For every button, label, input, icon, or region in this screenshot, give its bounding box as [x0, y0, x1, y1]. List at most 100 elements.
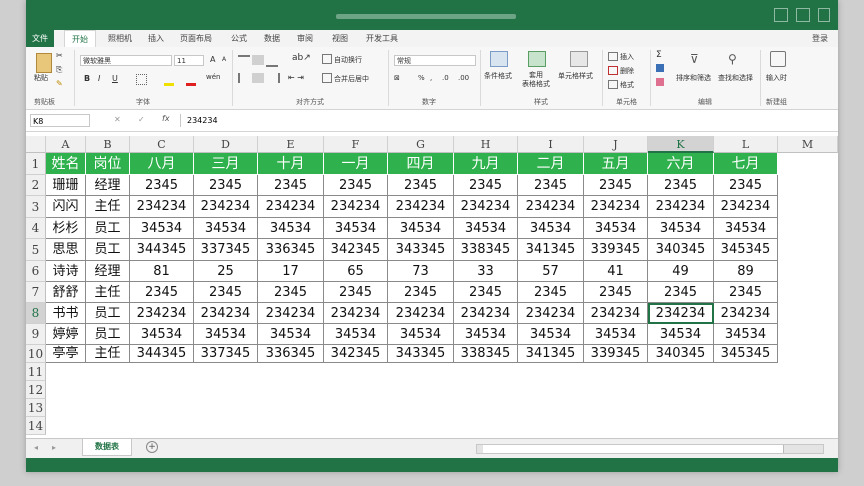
add-sheet-icon[interactable]: + [146, 441, 158, 453]
font-color-icon[interactable] [186, 73, 196, 86]
orientation-icon[interactable]: ab↗ [292, 53, 311, 63]
table-cell[interactable]: 34534 [324, 218, 388, 239]
table-cell[interactable]: 2345 [130, 175, 194, 196]
table-cell[interactable]: 2345 [518, 282, 584, 303]
align-top-icon[interactable] [238, 55, 250, 67]
table-cell[interactable]: 234234 [714, 303, 778, 324]
table-header-cell[interactable]: 九月 [454, 153, 518, 175]
row-header-10[interactable]: 10 [26, 345, 46, 363]
find-select-button[interactable]: 查找和选择 [718, 73, 753, 83]
tab-view[interactable]: 视图 [332, 30, 348, 47]
table-cell[interactable]: 主任 [86, 345, 130, 363]
table-cell[interactable]: 339345 [584, 345, 648, 363]
tab-developer[interactable]: 开发工具 [366, 30, 398, 47]
table-cell[interactable]: 345345 [714, 239, 778, 261]
insert-cells-button[interactable]: 插入 [620, 52, 634, 62]
indent-icon[interactable]: ⇤ ⇥ [288, 73, 304, 82]
table-cell[interactable]: 33 [454, 261, 518, 282]
table-cell[interactable]: 2345 [130, 282, 194, 303]
table-cell[interactable]: 思思 [46, 239, 86, 261]
table-cell[interactable]: 杉杉 [46, 218, 86, 239]
table-cell[interactable]: 34534 [584, 324, 648, 345]
autosum-icon[interactable]: Σ [656, 50, 662, 60]
tab-data[interactable]: 数据 [264, 30, 280, 47]
table-cell[interactable]: 34534 [584, 218, 648, 239]
table-header-cell[interactable]: 四月 [388, 153, 454, 175]
tab-camera[interactable]: 照相机 [108, 30, 132, 47]
table-cell[interactable]: 49 [648, 261, 714, 282]
row-header-2[interactable]: 2 [26, 175, 46, 196]
table-cell[interactable]: 340345 [648, 345, 714, 363]
table-cell[interactable]: 234234 [518, 196, 584, 218]
sheet-prev-icon[interactable]: ◂ [34, 443, 38, 452]
table-cell[interactable]: 345345 [714, 345, 778, 363]
table-cell[interactable]: 234234 [194, 196, 258, 218]
table-cell[interactable]: 338345 [454, 239, 518, 261]
table-cell[interactable]: 234234 [324, 196, 388, 218]
table-cell[interactable]: 书书 [46, 303, 86, 324]
format-cells-button[interactable]: 格式 [620, 80, 634, 90]
table-cell[interactable]: 234234 [194, 303, 258, 324]
row-header-13[interactable]: 13 [26, 399, 46, 417]
table-cell[interactable]: 舒舒 [46, 282, 86, 303]
row-header-6[interactable]: 6 [26, 261, 46, 282]
table-cell[interactable]: 2345 [258, 175, 324, 196]
comma-button[interactable]: , [430, 74, 432, 82]
tab-file[interactable]: 文件 [26, 30, 54, 47]
table-cell[interactable]: 234234 [388, 196, 454, 218]
table-cell[interactable]: 336345 [258, 239, 324, 261]
sort-filter-icon[interactable]: ⊽ [690, 52, 699, 66]
table-cell[interactable]: 17 [258, 261, 324, 282]
table-cell[interactable]: 234234 [324, 303, 388, 324]
table-cell[interactable]: 34534 [194, 218, 258, 239]
table-cell[interactable]: 57 [518, 261, 584, 282]
column-header-I[interactable]: I [518, 136, 584, 153]
name-box[interactable]: K8 [30, 114, 90, 127]
fill-color-icon[interactable] [164, 73, 174, 86]
table-header-cell[interactable]: 二月 [518, 153, 584, 175]
table-cell[interactable]: 34534 [130, 218, 194, 239]
sheet-tab-active[interactable]: 数据表 [82, 439, 132, 456]
confirm-icon[interactable]: ✓ [138, 115, 145, 124]
table-cell[interactable]: 34534 [388, 324, 454, 345]
sheet-next-icon[interactable]: ▸ [52, 443, 56, 452]
table-header-cell[interactable]: 岗位 [86, 153, 130, 175]
table-header-cell[interactable]: 八月 [130, 153, 194, 175]
table-cell[interactable]: 343345 [388, 239, 454, 261]
table-cell[interactable]: 234234 [388, 303, 454, 324]
table-cell[interactable]: 234234 [258, 196, 324, 218]
insert-function-icon[interactable]: fx [162, 114, 170, 123]
phonetic-icon[interactable]: wén [206, 73, 220, 81]
tab-home[interactable]: 开始 [64, 30, 96, 47]
number-format-select[interactable]: 常规 [394, 55, 476, 66]
input-time-button[interactable]: 输入时 [766, 73, 787, 83]
table-cell[interactable]: 2345 [324, 175, 388, 196]
table-cell[interactable]: 234234 [648, 303, 714, 324]
table-cell[interactable]: 343345 [388, 345, 454, 363]
decrease-decimal-button[interactable]: .00 [458, 74, 469, 82]
align-bottom-icon[interactable] [266, 55, 278, 67]
table-cell[interactable]: 234234 [584, 196, 648, 218]
format-painter-icon[interactable]: ✎ [56, 79, 63, 88]
table-header-cell[interactable]: 三月 [194, 153, 258, 175]
table-cell[interactable]: 337345 [194, 345, 258, 363]
percent-button[interactable]: % [418, 74, 425, 82]
column-header-J[interactable]: J [584, 136, 648, 153]
table-cell[interactable]: 41 [584, 261, 648, 282]
table-cell[interactable]: 344345 [130, 239, 194, 261]
table-cell[interactable]: 2345 [388, 175, 454, 196]
column-header-M[interactable]: M [778, 136, 838, 153]
column-header-E[interactable]: E [258, 136, 324, 153]
sort-filter-button[interactable]: 排序和筛选 [676, 73, 711, 83]
table-cell[interactable]: 经理 [86, 261, 130, 282]
table-cell[interactable]: 234234 [454, 303, 518, 324]
table-cell[interactable]: 员工 [86, 239, 130, 261]
tab-review[interactable]: 审阅 [297, 30, 313, 47]
paste-button[interactable]: 粘贴 [34, 73, 48, 83]
table-cell[interactable]: 34534 [324, 324, 388, 345]
table-header-cell[interactable]: 五月 [584, 153, 648, 175]
table-cell[interactable]: 2345 [324, 282, 388, 303]
table-cell[interactable]: 2345 [714, 175, 778, 196]
delete-cells-button[interactable]: 删除 [620, 66, 634, 76]
table-cell[interactable]: 2345 [454, 175, 518, 196]
